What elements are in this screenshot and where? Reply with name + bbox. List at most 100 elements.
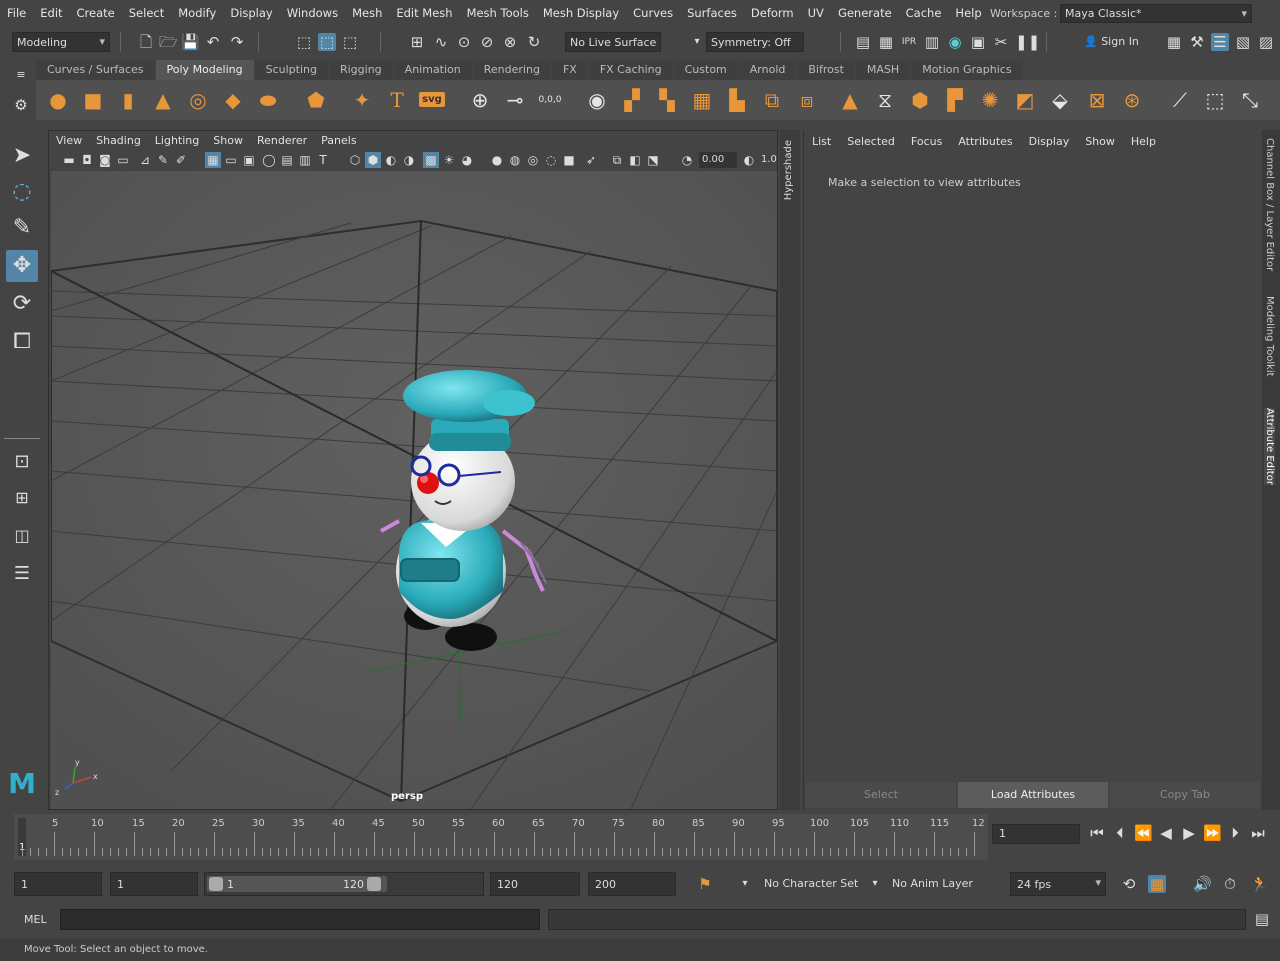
safe-title-icon[interactable]: T [315, 152, 331, 168]
resolution-gate-icon[interactable]: ▣ [241, 152, 257, 168]
isolate-select-icon[interactable]: ◌ [543, 152, 559, 168]
poly-svg-icon[interactable]: svg [418, 87, 446, 113]
bevel-edge-icon[interactable]: ▛ [941, 87, 969, 113]
menu-display[interactable]: Display [223, 6, 279, 20]
ae-menu-help[interactable]: Help [1123, 130, 1164, 152]
lasso-tool-icon[interactable]: ◌ [6, 176, 38, 208]
menu-edit[interactable]: Edit [33, 6, 69, 20]
viewport-menu-lighting[interactable]: Lighting [148, 131, 206, 151]
motion-blur-icon[interactable]: ● [489, 152, 505, 168]
channel-box-toggle-icon[interactable]: ▦ [1165, 33, 1183, 51]
menu-mesh-tools[interactable]: Mesh Tools [460, 6, 536, 20]
merge-icon[interactable]: ⬙ [1046, 87, 1074, 113]
poly-disc-icon[interactable]: ⬬ [254, 87, 282, 113]
modeling-toolkit-icon[interactable]: ▧ [1234, 33, 1252, 51]
menu-help[interactable]: Help [948, 6, 988, 20]
menu-create[interactable]: Create [70, 6, 122, 20]
move-tool-icon[interactable]: ✥ [6, 250, 38, 282]
play-forwards-icon[interactable]: ▶ [1180, 824, 1198, 842]
bookmark-flag-icon[interactable]: ⚑ [696, 875, 714, 893]
single-perspective-layout-icon[interactable]: ⊡ [6, 446, 38, 478]
step-back-frame-icon[interactable]: ⏴ [1111, 824, 1129, 842]
snap-curve-icon[interactable]: ∿ [432, 33, 450, 51]
mirror-icon[interactable]: ⧉ [758, 87, 786, 113]
center-pivot-icon[interactable]: 0,0,0 [536, 87, 564, 113]
poly-cylinder-icon[interactable]: ▮ [114, 87, 142, 113]
poly-plane-icon[interactable]: ◆ [219, 87, 247, 113]
chevron-down-icon[interactable]: ▾ [736, 875, 754, 893]
go-to-end-icon[interactable]: ⏭ [1249, 824, 1267, 842]
edge-loop-icon[interactable]: ⟋ [1166, 87, 1194, 113]
pin-icon[interactable]: ✐ [173, 152, 189, 168]
shelf-tab-sculpting[interactable]: Sculpting [254, 60, 328, 80]
render-region-icon[interactable]: ▣ [969, 33, 987, 51]
four-view-layout-icon[interactable]: ⊞ [6, 482, 38, 514]
animation-start-field[interactable]: 1 [14, 872, 102, 896]
open-scene-icon[interactable]: 🗁 [159, 33, 178, 51]
poly-cone-icon[interactable]: ▲ [149, 87, 177, 113]
combine-icon[interactable]: ◉ [583, 87, 611, 113]
chevron-down-icon[interactable]: ▾ [866, 875, 884, 893]
outliner-layout-icon[interactable]: ☰ [6, 558, 38, 590]
menu-mesh-display[interactable]: Mesh Display [536, 6, 626, 20]
sign-in-button[interactable]: 👤 Sign In [1080, 32, 1162, 52]
script-editor-icon[interactable]: ▤ [1253, 910, 1271, 928]
shelf-tab-bifrost[interactable]: Bifrost [797, 60, 855, 80]
field-chart-icon[interactable]: ▤ [279, 152, 295, 168]
hypershade-side-tab[interactable]: Hypershade [780, 130, 800, 810]
platonic-solid-icon[interactable]: ⬟ [302, 87, 330, 113]
rotate-tool-icon[interactable]: ⟳ [6, 288, 38, 320]
camera-select-icon[interactable]: ▬ [61, 152, 77, 168]
shelf-tab-arnold[interactable]: Arnold [738, 60, 797, 80]
shelf-tab-motion-graphics[interactable]: Motion Graphics [911, 60, 1023, 80]
play-backwards-icon[interactable]: ◀ [1157, 824, 1175, 842]
xray-joints-icon[interactable]: ➶ [583, 152, 599, 168]
viewport-menu-shading[interactable]: Shading [89, 131, 148, 151]
shelf-tab-custom[interactable]: Custom [673, 60, 738, 80]
poly-torus-icon[interactable]: ◎ [184, 87, 212, 113]
use-all-lights-icon[interactable]: ▩ [423, 152, 439, 168]
fps-dropdown[interactable]: 24 fps ▾ [1010, 872, 1106, 896]
viewport-menu-renderer[interactable]: Renderer [250, 131, 314, 151]
gamma-value[interactable]: 1.0 [761, 154, 777, 165]
range-slider[interactable]: 1 120 [204, 872, 484, 896]
menu-windows[interactable]: Windows [280, 6, 345, 20]
menu-mesh[interactable]: Mesh [345, 6, 389, 20]
snap-grid-icon[interactable]: ⊞ [408, 33, 426, 51]
exposure-field[interactable]: 0.00 [699, 152, 737, 168]
gate-mask-icon[interactable]: ◯ [261, 152, 277, 168]
shelf-tab-curves-surfaces[interactable]: Curves / Surfaces [36, 60, 155, 80]
menu-modify[interactable]: Modify [171, 6, 223, 20]
ae-menu-show[interactable]: Show [1077, 130, 1123, 152]
menu-select[interactable]: Select [122, 6, 171, 20]
animation-end-field[interactable]: 200 [588, 872, 676, 896]
snap-surface-icon[interactable]: ⊗ [501, 33, 519, 51]
viewport-menu-view[interactable]: View [49, 131, 89, 151]
hypershade-icon[interactable]: ✂ [992, 33, 1010, 51]
grease-pencil-icon[interactable]: ✎ [155, 152, 171, 168]
safe-action-icon[interactable]: ▥ [297, 152, 313, 168]
ae-menu-attributes[interactable]: Attributes [950, 130, 1020, 152]
menu-cache[interactable]: Cache [899, 6, 949, 20]
command-input[interactable] [60, 909, 540, 930]
wedge-icon[interactable]: ◩ [1011, 87, 1039, 113]
tab-modeling-toolkit[interactable]: Modeling Toolkit [1264, 296, 1275, 377]
select-component-icon[interactable]: ⬚ [341, 33, 359, 51]
shelf-settings-gear-icon[interactable]: ⚙ [12, 96, 30, 114]
target-weld-icon[interactable]: ⤡ [1236, 87, 1264, 113]
playback-end-field[interactable]: 120 [490, 872, 580, 896]
undo-icon[interactable]: ↶ [204, 33, 222, 51]
perspective-viewport[interactable]: z x y persp [51, 171, 777, 809]
render-settings-icon[interactable]: ▤ [854, 33, 872, 51]
layout-icon[interactable]: ▨ [1257, 33, 1275, 51]
xray-components-icon[interactable]: ⧉ [609, 152, 625, 168]
shelf-tab-poly-modeling[interactable]: Poly Modeling [155, 60, 254, 80]
tab-channel-box-layer-editor[interactable]: Channel Box / Layer Editor [1264, 138, 1275, 271]
anim-layer-dropdown[interactable]: No Anim Layer [886, 872, 986, 896]
xray-icon[interactable]: ■ [561, 152, 577, 168]
ipr-render-icon[interactable]: IPR [900, 33, 918, 51]
shelf-tab-rendering[interactable]: Rendering [472, 60, 551, 80]
smooth-shade-icon[interactable]: ⬢ [365, 152, 381, 168]
shelf-tab-mash[interactable]: MASH [855, 60, 911, 80]
mel-label[interactable]: MEL [24, 913, 47, 926]
